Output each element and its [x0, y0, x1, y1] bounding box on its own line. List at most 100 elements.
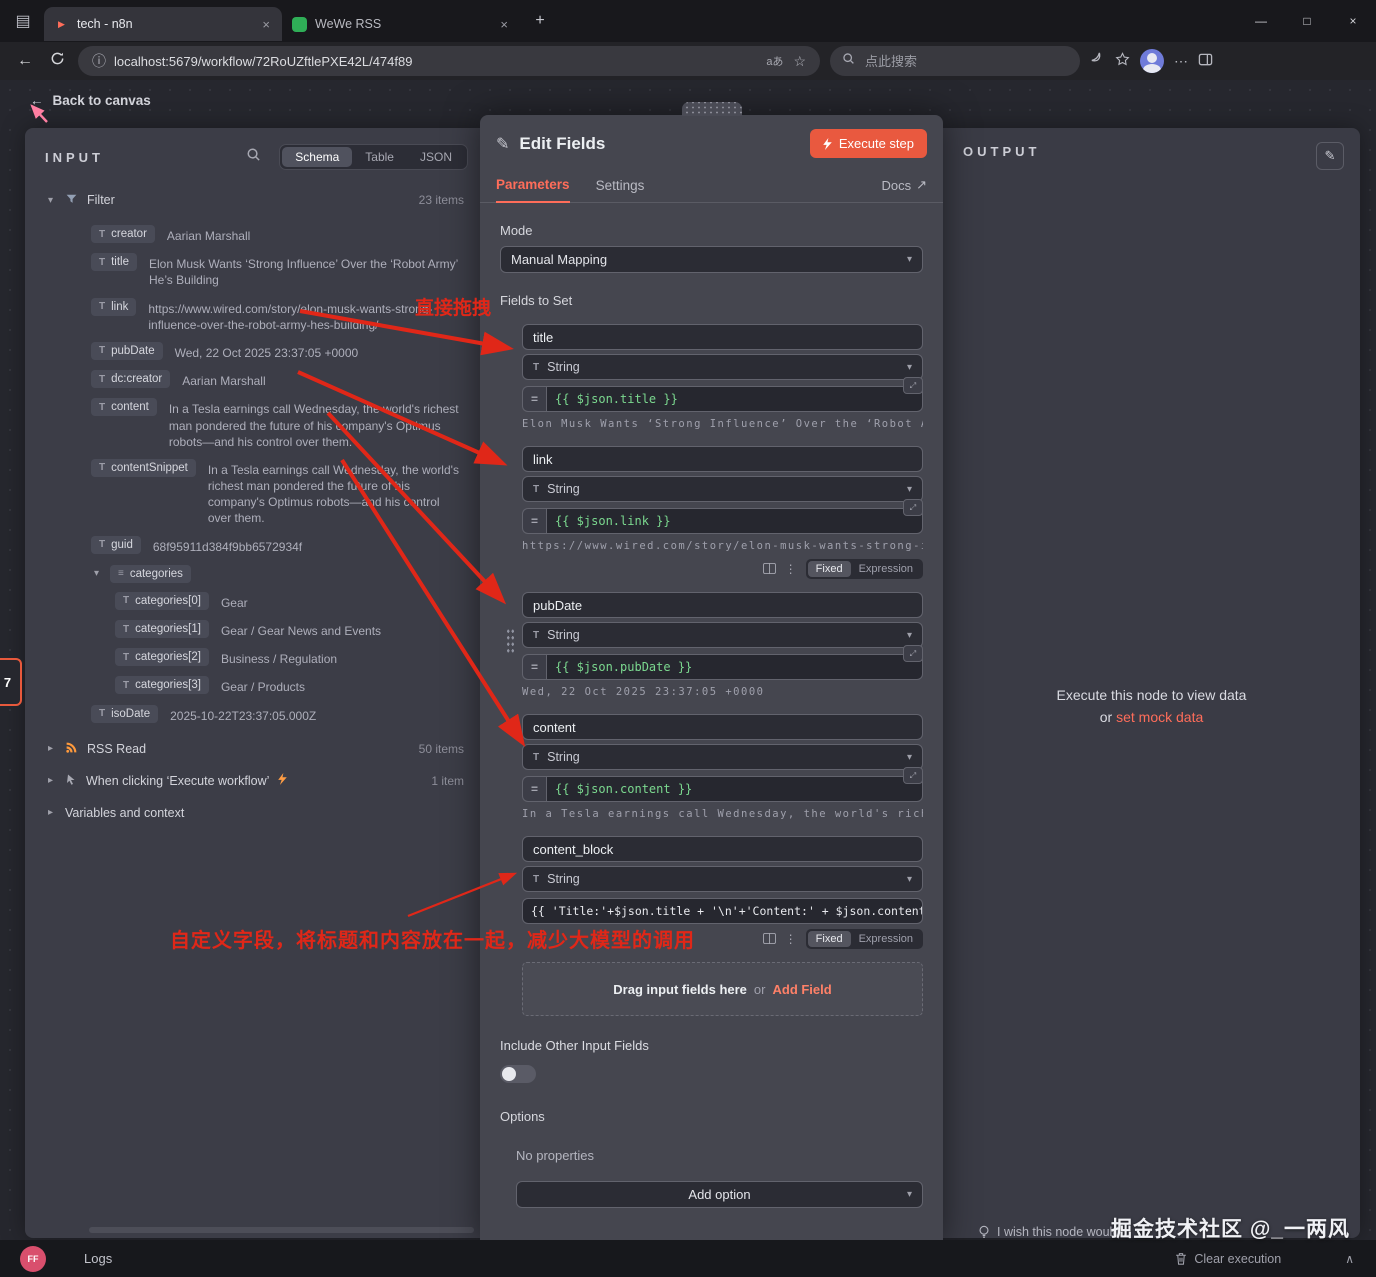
browser-essentials-icon[interactable] — [1090, 52, 1105, 70]
site-info-icon[interactable]: ⓘ — [92, 51, 106, 71]
close-window-icon[interactable]: × — [1330, 0, 1376, 42]
edit-output-icon[interactable]: ✎ — [1316, 142, 1344, 170]
browser-tab-n8n[interactable]: ▶ tech - n8n × — [44, 7, 282, 41]
input-search-icon[interactable] — [246, 147, 261, 167]
group-label: When clicking ‘Execute workflow’ — [86, 773, 270, 788]
field-pill-isodate[interactable]: TisoDate — [91, 704, 159, 723]
set-mock-data-link[interactable]: set mock data — [1116, 709, 1203, 725]
schema-group-variables[interactable]: ▸ Variables and context — [45, 797, 466, 829]
drag-handle-icon[interactable] — [506, 628, 515, 654]
user-avatar[interactable]: FF — [20, 1245, 46, 1272]
chevron-right-icon[interactable]: ▸ — [45, 743, 56, 754]
favorites-bar-icon[interactable] — [1115, 52, 1130, 70]
browser-tab-wewe[interactable]: WeWe RSS × — [282, 7, 520, 41]
field-pill-pubdate[interactable]: TpubDate — [91, 341, 163, 360]
translate-icon[interactable]: aあ — [766, 53, 783, 69]
inline-table-icon[interactable] — [762, 562, 776, 576]
field-name-input[interactable]: content_block — [522, 836, 923, 862]
minimize-icon[interactable]: — — [1238, 0, 1284, 42]
field-type-select[interactable]: T String ▾ — [522, 866, 923, 892]
schema-group-filter[interactable]: ▾ Filter 23 items — [45, 184, 466, 216]
tab-schema[interactable]: Schema — [282, 147, 353, 167]
logs-button[interactable]: Logs — [84, 1251, 112, 1266]
docs-link[interactable]: Docs ↗ — [881, 177, 927, 193]
expression-chip[interactable]: Expression — [851, 561, 921, 577]
open-expression-editor-icon[interactable]: ⤢ — [903, 645, 923, 662]
close-tab-icon[interactable]: × — [498, 17, 510, 32]
field-pill-creator[interactable]: Tcreator — [91, 225, 155, 243]
address-bar[interactable]: ⓘ localhost:5679/workflow/72RoUZftlePXE4… — [78, 46, 820, 76]
drag-drop-area[interactable]: Drag input fields here or Add Field — [522, 962, 923, 1016]
field-name-input[interactable]: link — [522, 446, 923, 472]
node-feedback-link[interactable]: I wish this node would... — [978, 1225, 1130, 1239]
field-pill-link[interactable]: Tlink — [91, 297, 137, 316]
field-pill-categories-0[interactable]: Tcategories[0] — [115, 591, 209, 610]
field-value-expression[interactable]: {{ 'Title:'+$json.title + '\n'+'Content:… — [522, 898, 923, 924]
back-to-canvas-link[interactable]: ← Back to canvas — [30, 93, 151, 108]
kebab-menu-icon[interactable]: ⋮ — [785, 933, 797, 945]
field-pill-categories[interactable]: ≡ categories — [110, 564, 191, 583]
field-pill-dc-creator[interactable]: Tdc:creator — [91, 370, 171, 389]
maximize-icon[interactable]: □ — [1284, 0, 1330, 42]
add-field-link[interactable]: Add Field — [772, 982, 831, 997]
field-value-expression[interactable]: {{ $json.link }} — [546, 508, 923, 534]
reload-icon[interactable] — [46, 51, 68, 71]
chevron-right-icon[interactable]: ▸ — [45, 807, 56, 818]
tab-json[interactable]: JSON — [407, 147, 465, 167]
field-name-input[interactable]: title — [522, 324, 923, 350]
tab-settings[interactable]: Settings — [596, 168, 645, 202]
canvas-node-badge[interactable]: 7 — [0, 658, 22, 706]
back-icon[interactable]: ← — [14, 52, 36, 70]
schema-group-manual-trigger[interactable]: ▸ When clicking ‘Execute workflow’ 1 ite… — [45, 765, 466, 797]
field-type-select[interactable]: T String ▾ — [522, 744, 923, 770]
fixed-chip[interactable]: Fixed — [807, 561, 851, 577]
mode-select[interactable]: Manual Mapping ▾ — [500, 246, 923, 273]
field-pill-content[interactable]: Tcontent — [91, 398, 157, 417]
clear-execution-button[interactable]: Clear execution — [1175, 1252, 1281, 1266]
dialog-drag-handle[interactable] — [682, 102, 742, 116]
field-pill-categories-1[interactable]: Tcategories[1] — [115, 620, 209, 638]
field-value-expression[interactable]: {{ $json.title }} — [546, 386, 923, 412]
search-box[interactable] — [830, 46, 1080, 76]
field-pill-contentsnippet[interactable]: TcontentSnippet — [91, 458, 196, 477]
filter-icon — [65, 192, 78, 208]
chevron-right-icon[interactable]: ▸ — [45, 775, 56, 786]
chevron-down-icon[interactable]: ▾ — [45, 195, 56, 206]
open-expression-editor-icon[interactable]: ⤢ — [903, 377, 923, 394]
favorite-star-icon[interactable]: ☆ — [793, 53, 806, 70]
expression-chip[interactable]: Expression — [851, 931, 921, 947]
categories-group[interactable]: ▾ ≡ categories — [91, 564, 466, 583]
field-pill-categories-2[interactable]: Tcategories[2] — [115, 648, 209, 667]
open-expression-editor-icon[interactable]: ⤢ — [903, 767, 923, 784]
field-type-select[interactable]: T String ▾ — [522, 476, 923, 502]
chevron-down-icon[interactable]: ▾ — [91, 568, 102, 579]
field-value-expression[interactable]: {{ $json.content }} — [546, 776, 923, 802]
collapse-panel-icon[interactable]: ∧ — [1345, 1252, 1354, 1266]
field-type-select[interactable]: T String ▾ — [522, 622, 923, 648]
schema-group-rss-read[interactable]: ▸ RSS Read 50 items — [45, 733, 466, 765]
field-pill-title[interactable]: Ttitle — [91, 253, 138, 272]
horizontal-scrollbar[interactable] — [89, 1227, 474, 1233]
include-other-fields-toggle[interactable] — [500, 1065, 536, 1083]
field-name-input[interactable]: content — [522, 714, 923, 740]
field-value-expression[interactable]: {{ $json.pubDate }} — [546, 654, 923, 680]
tab-table[interactable]: Table — [352, 147, 407, 167]
add-option-select[interactable]: Add option ▾ — [516, 1181, 923, 1208]
open-expression-editor-icon[interactable]: ⤢ — [903, 499, 923, 516]
execute-step-button[interactable]: Execute step — [809, 129, 927, 158]
field-type-select[interactable]: T String ▾ — [522, 354, 923, 380]
inline-table-icon[interactable] — [762, 932, 776, 946]
profile-avatar[interactable] — [1140, 49, 1164, 73]
fixed-chip[interactable]: Fixed — [807, 931, 851, 947]
tab-actions-icon[interactable]: ▤ — [10, 8, 36, 34]
field-pill-categories-3[interactable]: Tcategories[3] — [115, 676, 209, 695]
field-pill-guid[interactable]: Tguid — [91, 535, 141, 554]
close-tab-icon[interactable]: × — [260, 17, 272, 32]
tab-parameters[interactable]: Parameters — [496, 167, 570, 203]
search-input[interactable] — [863, 52, 1037, 70]
sidebar-toggle-icon[interactable] — [1198, 52, 1213, 70]
more-menu-icon[interactable]: ⋯ — [1174, 53, 1188, 70]
kebab-menu-icon[interactable]: ⋮ — [785, 563, 797, 575]
new-tab-button[interactable]: + — [526, 7, 554, 35]
field-name-input[interactable]: pubDate — [522, 592, 923, 618]
